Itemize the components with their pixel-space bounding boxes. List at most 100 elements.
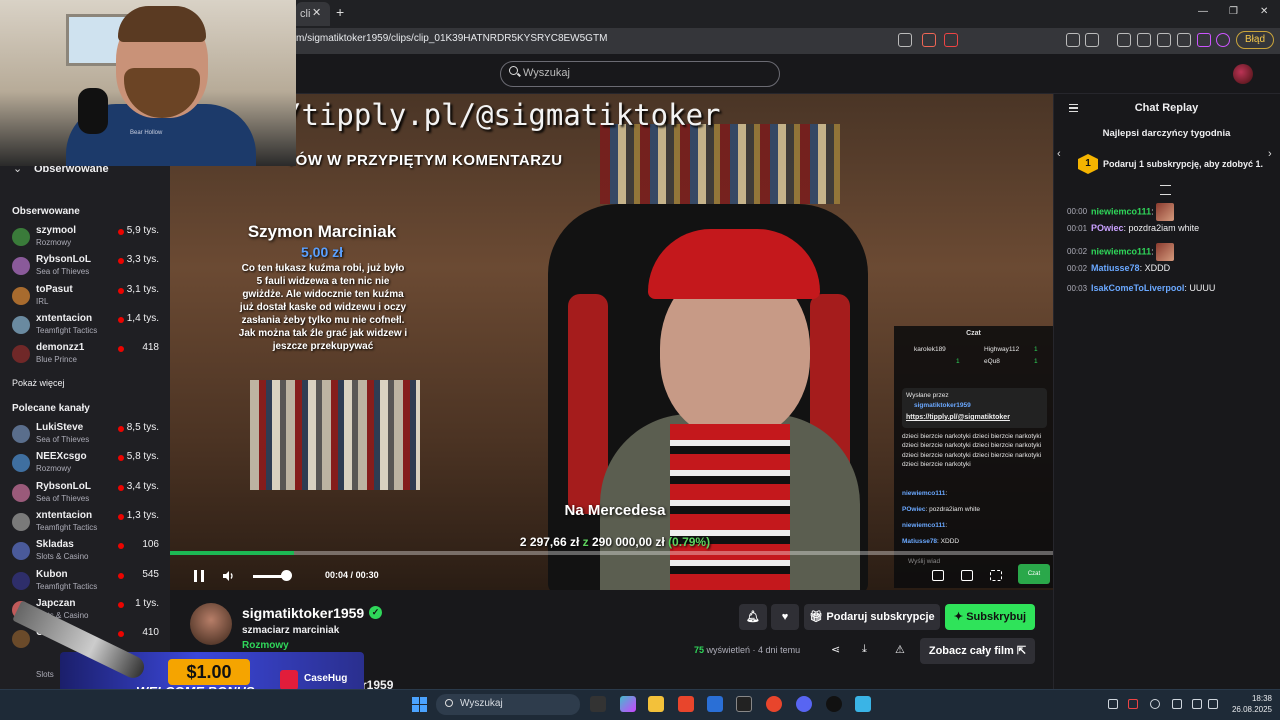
microphone-image xyxy=(78,88,108,134)
message-user[interactable]: Matiusse78 xyxy=(1091,263,1140,273)
windows-start-icon[interactable] xyxy=(412,697,427,712)
discord-icon[interactable] xyxy=(796,696,812,712)
pause-icon[interactable] xyxy=(194,570,204,582)
message-user[interactable]: niewiemco111 xyxy=(1091,246,1151,256)
avatar[interactable] xyxy=(1233,64,1253,84)
media-icon[interactable] xyxy=(1117,33,1131,47)
subscribe-button[interactable]: ✦ Subskrybuj xyxy=(945,604,1035,630)
chat-toggle-button[interactable]: Czat xyxy=(1018,564,1050,584)
terminal-icon[interactable] xyxy=(736,696,752,712)
embedded-chat-spam: dzieci bierzcie narkotyki dzieci bierzci… xyxy=(902,433,1042,469)
message-text: : xyxy=(1151,206,1154,217)
category-link[interactable]: Rozmowy xyxy=(242,640,289,651)
maximize-icon[interactable]: ❐ xyxy=(1229,6,1238,17)
taskbar-search[interactable]: Wyszukaj xyxy=(436,694,580,715)
close-tab-icon[interactable]: ✕ xyxy=(312,6,321,19)
mic-tray-icon[interactable] xyxy=(1172,699,1182,709)
channel-name: LukiSteve xyxy=(36,422,84,433)
url-field[interactable]: m/sigmatiktoker1959/clips/clip_01K39HATN… xyxy=(296,33,607,44)
close-window-icon[interactable]: ✕ xyxy=(1260,6,1268,17)
cloud-icon[interactable] xyxy=(1150,699,1160,709)
share-icon[interactable]: ⋖ xyxy=(831,643,840,656)
rec-item[interactable]: Skladas Slots & Casino 106 xyxy=(0,536,170,565)
display-icon[interactable] xyxy=(1192,699,1202,709)
share-icon[interactable] xyxy=(898,33,912,47)
file-explorer-icon[interactable] xyxy=(648,696,664,712)
rec-item[interactable]: LukiSteve Sea of Thieves 8,5 tys. xyxy=(0,419,170,448)
brave-rewards-icon[interactable] xyxy=(944,33,958,47)
followed-item[interactable]: xntentacion Teamfight Tactics 1,4 tys. xyxy=(0,310,170,339)
embedded-line-1: niewiemco111: xyxy=(902,490,948,497)
new-tab-icon[interactable]: + xyxy=(336,4,344,20)
tray-app-icon[interactable] xyxy=(1128,699,1138,709)
fullscreen-icon[interactable] xyxy=(990,570,1002,581)
profile-icon[interactable] xyxy=(1216,33,1230,47)
reader-icon[interactable] xyxy=(1085,33,1099,47)
chat-title: Chat Replay xyxy=(1134,102,1199,114)
notepad-icon[interactable] xyxy=(855,696,871,712)
show-more-link[interactable]: Pokaż więcej xyxy=(12,378,65,388)
embedded-line-3: niewiemco111: xyxy=(902,522,948,529)
error-button[interactable]: Błąd xyxy=(1236,31,1274,49)
extension-puzzle-icon[interactable] xyxy=(1066,33,1080,47)
rec-item[interactable]: NEEXcsgo Rozmowy 5,8 tys. xyxy=(0,448,170,477)
follow-button[interactable]: ♥ xyxy=(771,604,799,630)
followed-item[interactable]: RybsonLoL Sea of Thieves 3,3 tys. xyxy=(0,251,170,280)
leo-icon[interactable] xyxy=(1177,33,1191,47)
rec-item[interactable]: xntentacion Teamfight Tactics 1,3 tys. xyxy=(0,507,170,536)
notification-bell-button[interactable]: 🔔︎ xyxy=(739,604,767,630)
sidebar-toggle-icon[interactable] xyxy=(1137,33,1151,47)
followed-item[interactable]: demonzz1 Blue Prince 418 xyxy=(0,339,170,368)
star-icon: ✦ xyxy=(953,611,967,623)
speaker-icon[interactable] xyxy=(1208,699,1218,709)
channel-avatar[interactable] xyxy=(190,603,232,645)
live-dot-icon xyxy=(118,316,124,323)
chevron-left-icon[interactable]: ‹ xyxy=(1057,148,1061,160)
message-user[interactable]: niewiemco111 xyxy=(1091,206,1151,216)
copilot-icon[interactable] xyxy=(620,696,636,712)
followed-item[interactable]: szymool Rozmowy 5,9 tys. xyxy=(0,222,170,251)
goal-z: z xyxy=(582,535,589,549)
vpn-icon[interactable] xyxy=(1197,33,1211,47)
embedded-line-2: POwiec: pozdra2iam white xyxy=(902,506,981,513)
pinned-expand-icon[interactable] xyxy=(1160,185,1171,195)
miniplayer-icon[interactable] xyxy=(932,570,944,581)
channel-name: toPasut xyxy=(36,283,73,295)
volume-icon[interactable] xyxy=(222,570,235,582)
brave-browser-icon[interactable] xyxy=(678,696,694,712)
store-icon[interactable] xyxy=(707,696,723,712)
volume-knob[interactable] xyxy=(281,570,292,581)
rec-item[interactable]: Kubon Teamfight Tactics 545 xyxy=(0,566,170,595)
progress-track[interactable] xyxy=(170,551,1053,555)
full-video-button[interactable]: Zobacz cały film ⇱ xyxy=(920,638,1035,664)
theater-icon[interactable] xyxy=(961,570,973,581)
gift-sub-button[interactable]: 🎁︎ Podaruj subskrypcje xyxy=(804,604,940,630)
taskbar-clock[interactable]: 18:38 26.08.2025 xyxy=(1228,693,1272,715)
gift-promo-text: Podaruj 1 subskrypcję, aby zdobyć 1. xyxy=(1103,159,1264,169)
channel-name[interactable]: sigmatiktoker1959 xyxy=(242,605,364,621)
channel-game: Sea of Thieves xyxy=(36,435,90,444)
followed-item[interactable]: toPasut IRL 3,1 tys. xyxy=(0,281,170,310)
channel-name: demonzz1 xyxy=(36,342,85,354)
rec-item[interactable]: RybsonLoL Sea of Thieves 3,4 tys. xyxy=(0,478,170,507)
live-dot-icon xyxy=(118,572,124,579)
wallet-icon[interactable] xyxy=(1157,33,1171,47)
embedded-pin-link: https://tipply.pl/@sigmatiktoker xyxy=(906,414,1010,421)
message-user[interactable]: IsakComeToLiverpool xyxy=(1091,283,1184,293)
tray-chevron-icon[interactable] xyxy=(1108,699,1118,709)
brave-active-icon[interactable] xyxy=(766,696,782,712)
video-player[interactable]: /tipply.pl/@sigmatiktoker TÓW W PRZYPIĘT… xyxy=(170,94,1053,590)
task-view-icon[interactable] xyxy=(590,696,606,712)
minimize-icon[interactable]: — xyxy=(1198,6,1208,17)
obs-icon[interactable] xyxy=(826,696,842,712)
chat-panel xyxy=(1053,94,1280,689)
search-input[interactable]: Wyszukaj xyxy=(500,61,780,87)
report-icon[interactable]: ⚠ xyxy=(895,643,905,656)
chevron-right-icon[interactable]: › xyxy=(1268,148,1272,160)
emote-icon xyxy=(1155,243,1174,261)
message-user[interactable]: POwiec xyxy=(1091,223,1124,233)
channel-game: Sea of Thieves xyxy=(36,267,90,277)
message-text: : xyxy=(1151,246,1154,257)
download-icon[interactable]: ⤓ xyxy=(862,643,867,656)
brave-shield-icon[interactable] xyxy=(922,33,936,47)
